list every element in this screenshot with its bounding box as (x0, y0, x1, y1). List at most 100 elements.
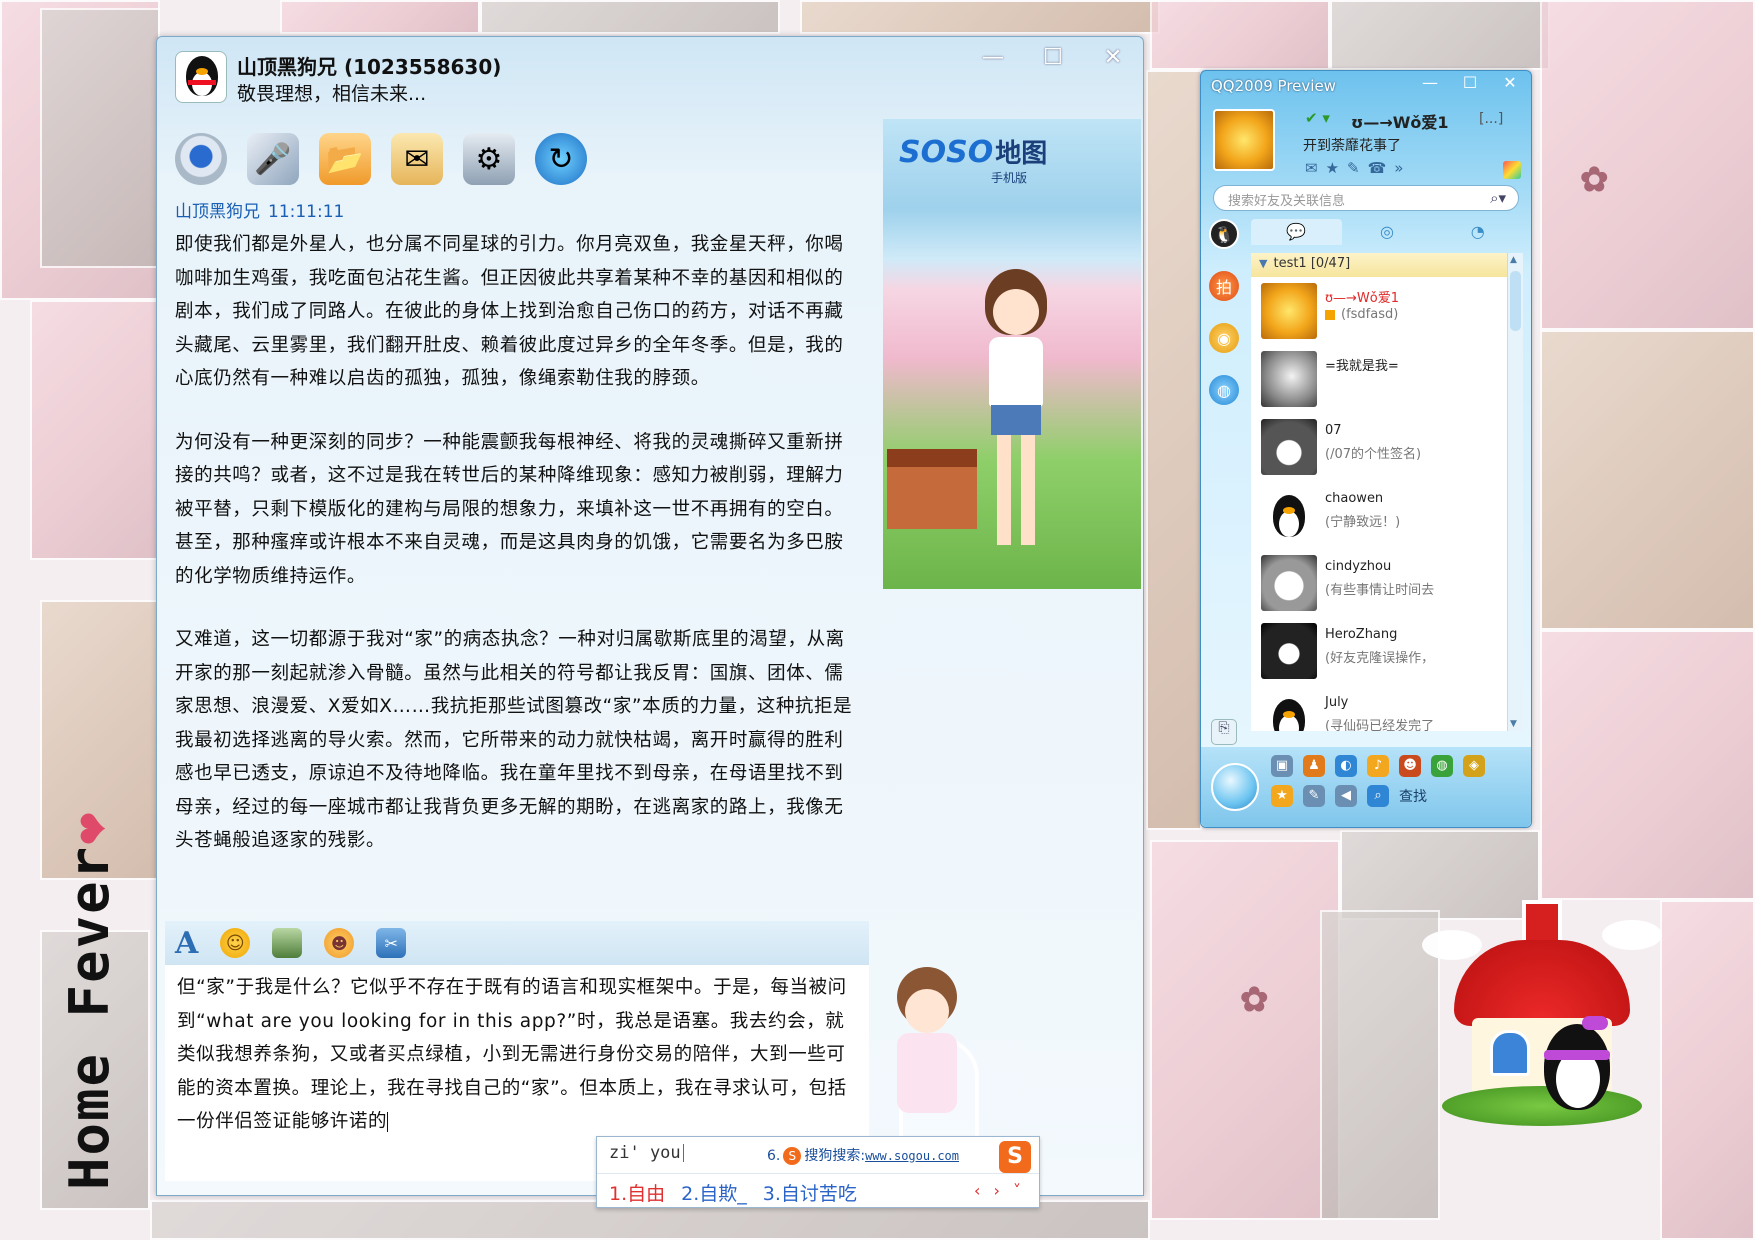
scroll-up-icon[interactable]: ▲ (1510, 255, 1517, 265)
contact-avatar[interactable] (175, 51, 227, 103)
magic-face-icon[interactable]: ☻ (324, 928, 355, 958)
cloud-decor (1602, 920, 1662, 950)
buddy-avatar (1261, 691, 1317, 731)
buddy-list-scrollbar[interactable]: ▲ ▼ (1507, 253, 1523, 731)
chat-header: 山顶黑狗兄 (1023558630) 敬畏理想，相信未来... — ☐ ✕ (157, 37, 1143, 117)
chat-window: 山顶黑狗兄 (1023558630) 敬畏理想，相信未来... — ☐ ✕ 🎤 … (156, 36, 1144, 1196)
home-fever-caption: Home Fever❤ (58, 810, 121, 1190)
list-item[interactable]: ʊ—→Wǒ爱1 (fsdfasd) (1251, 277, 1507, 345)
favorite-icon[interactable]: ★ (1271, 785, 1293, 807)
status-mini-icon (1325, 309, 1335, 320)
buddy-list: ▼ test1 [0/47] ʊ—→Wǒ爱1 (fsdfasd) =我就是我= 0… (1251, 253, 1507, 731)
scroll-down-icon[interactable]: ▼ (1510, 719, 1517, 729)
qq-bottom-row-2: ★ ✎ ◀ ⌕ 查找 (1271, 785, 1427, 807)
list-item[interactable]: chaowen (宁静致远！) (1251, 481, 1507, 549)
emoticon-icon[interactable]: ☺ (220, 928, 251, 958)
share-web-icon[interactable]: ↻ (535, 133, 587, 185)
chat-room-icon[interactable]: ◍ (1209, 375, 1239, 405)
close-button[interactable]: ✕ (1097, 45, 1129, 71)
expand-triangle-icon: ▼ (1259, 257, 1268, 270)
my-avatar[interactable] (1213, 109, 1275, 171)
buddy-name: HeroZhang (1325, 627, 1398, 642)
input-text: 但“家”于我是什么？它似乎不存在于既有的语言和现实框架中。于是，每当被问到“wh… (177, 977, 847, 1132)
message-history: 山顶黑狗兄 11:11:11 即使我们都是外星人，也分属不同星球的引力。你月亮双鱼… (165, 197, 865, 957)
nickname-more[interactable]: [...] (1479, 111, 1503, 127)
buddy-name: =我就是我= (1325, 359, 1399, 374)
buddy-name: 07 (1325, 423, 1342, 438)
music-icon[interactable]: ♪ (1367, 755, 1389, 777)
soso-map-ad[interactable]: SOSO地图 手机版 (883, 119, 1141, 589)
buddy-group-header[interactable]: ▼ test1 [0/47] (1251, 253, 1507, 277)
ime-candidate[interactable]: 3.自讨苦吃 (763, 1179, 857, 1206)
qq-house-mascot (1422, 900, 1662, 1130)
image-icon[interactable] (272, 928, 303, 958)
chimney (1522, 900, 1562, 944)
message-meta: 山顶黑狗兄 11:11:11 (175, 197, 855, 222)
mail-icon[interactable]: ✉ (1305, 159, 1318, 177)
tab-contacts[interactable]: 💬 (1251, 219, 1342, 245)
wallpaper-tile (1320, 910, 1440, 1220)
buddy-search-input[interactable]: 搜索好友及关联信息 ⌕▾ (1213, 185, 1519, 211)
pet-icon[interactable]: ☻ (1399, 755, 1421, 777)
buddy-signature-text: (fsdfasd) (1341, 307, 1399, 322)
tab-groups[interactable]: ◎ (1342, 219, 1433, 245)
buddy-avatar (1261, 283, 1317, 339)
voice-call-icon[interactable]: 🎤 (247, 133, 299, 185)
font-icon[interactable]: A (175, 926, 198, 961)
heart-icon: ❤ (58, 810, 121, 845)
scrollbar-thumb[interactable] (1510, 271, 1521, 331)
game-center-icon[interactable]: ◍ (1431, 755, 1453, 777)
ime-page-nav[interactable]: ‹ › ˅ (974, 1181, 1025, 1200)
find-icon[interactable]: ⌕ (1367, 785, 1389, 807)
edit-icon[interactable]: ✎ (1347, 159, 1360, 177)
cloud-decor (1422, 930, 1482, 960)
buddy-avatar (1261, 555, 1317, 611)
phone-icon[interactable]: ☎ (1368, 159, 1387, 177)
find-button[interactable]: 查找 (1399, 786, 1427, 806)
online-status-icon[interactable]: ✔ ▾ (1305, 109, 1330, 127)
message-paragraph: 即使我们都是外星人，也分属不同星球的引力。你月亮双鱼，我金星天秤，你喝咖啡加生鸡… (175, 234, 844, 389)
group-icon[interactable]: 拍 (1209, 271, 1239, 301)
qq-minimize-button[interactable]: — (1417, 73, 1443, 92)
list-item[interactable]: cindyzhou (有些事情让时间去 (1251, 549, 1507, 617)
screenshot-icon[interactable]: ✂ (376, 928, 407, 958)
list-item[interactable]: 07 (/07的个性签名) (1251, 413, 1507, 481)
app-box-icon[interactable]: ◈ (1463, 755, 1485, 777)
ime-sogou-search[interactable]: 6. S 搜狗搜索:www.sogou.com (767, 1145, 959, 1165)
more-icon[interactable]: » (1394, 159, 1403, 177)
qq-close-button[interactable]: ✕ (1497, 73, 1523, 92)
wallpaper-tile (480, 0, 780, 34)
list-item[interactable]: =我就是我= (1251, 345, 1507, 413)
buddy-name: ʊ—→Wǒ爱1 (1325, 291, 1400, 306)
game-icon[interactable]: ◉ (1209, 323, 1239, 353)
contacts-penguin-icon[interactable]: 🐧 (1209, 219, 1239, 249)
maximize-button[interactable]: ☐ (1037, 45, 1069, 71)
wallpaper-tile (40, 8, 160, 268)
system-settings-icon[interactable]: ▣ (1271, 755, 1293, 777)
qq-maximize-button[interactable]: ☐ (1457, 73, 1483, 92)
list-item[interactable]: HeroZhang (好友克隆误操作， (1251, 617, 1507, 685)
speaker-icon[interactable]: ◀ (1335, 785, 1357, 807)
browser-icon[interactable]: ◐ (1335, 755, 1357, 777)
ime-candidates: 1.自由 2.自欺_ 3.自讨苦吃 (609, 1179, 857, 1206)
send-file-icon[interactable]: 📂 (319, 133, 371, 185)
video-call-icon[interactable] (175, 133, 227, 185)
qq-main-menu-icon[interactable] (1211, 763, 1259, 811)
search-icon[interactable]: ⌕▾ (1490, 189, 1506, 207)
wrench-icon[interactable]: ✎ (1303, 785, 1325, 807)
star-icon[interactable]: ★ (1326, 159, 1339, 177)
application-icon[interactable]: ⚙ (463, 133, 515, 185)
wallpaper-tile (800, 0, 1160, 34)
minimize-button[interactable]: — (977, 45, 1009, 71)
ime-sogou-url[interactable]: www.sogou.com (865, 1149, 959, 1163)
ime-candidate[interactable]: 2.自欺_ (681, 1179, 747, 1206)
user-icon[interactable]: ♟ (1303, 755, 1325, 777)
my-signature[interactable]: 开到荼靡花事了 (1303, 135, 1401, 155)
skin-icon[interactable] (1503, 161, 1521, 179)
list-item[interactable]: July (寻仙码已经发完了 (1251, 685, 1507, 731)
trash-icon[interactable]: ⎘ (1211, 719, 1237, 745)
wallpaper-tile (280, 0, 480, 34)
tab-recent[interactable]: ◔ (1432, 219, 1523, 245)
ime-candidate[interactable]: 1.自由 (609, 1179, 665, 1206)
send-email-icon[interactable]: ✉ (391, 133, 443, 185)
